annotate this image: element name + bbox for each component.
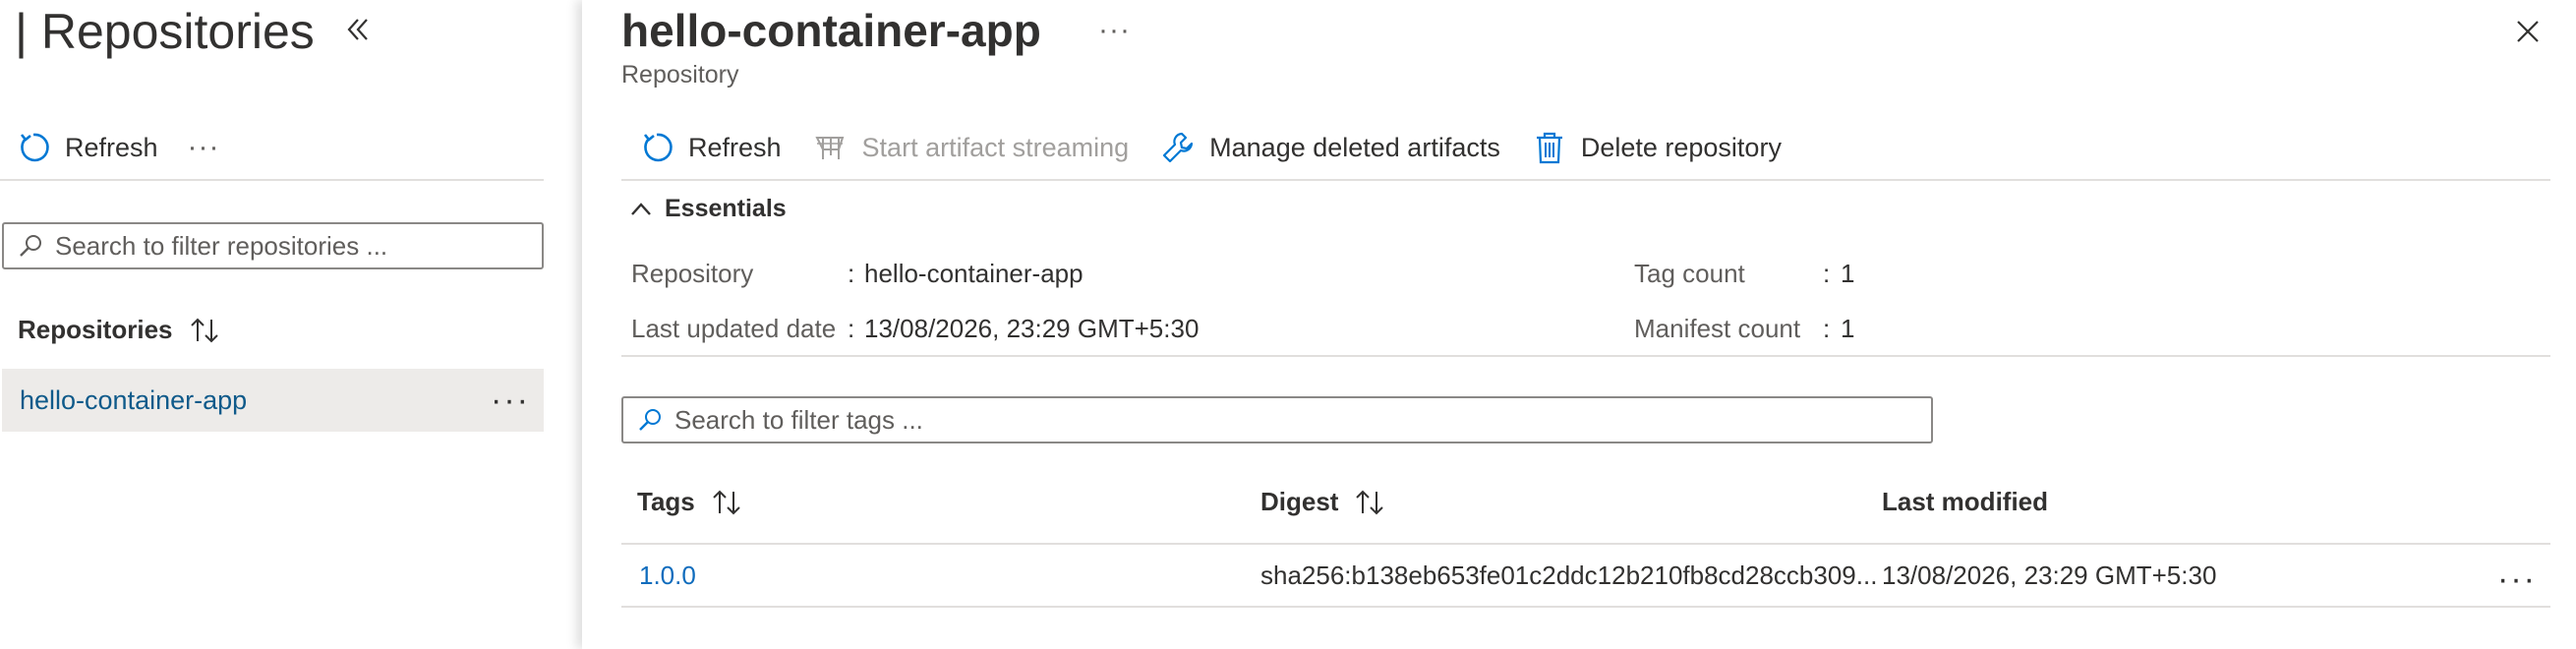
list-item[interactable]: hello-container-app ···	[2, 369, 544, 432]
essentials-row-1: Repository : hello-container-app Tag cou…	[582, 259, 2548, 294]
refresh-label: Refresh	[688, 132, 782, 162]
manage-deleted-artifacts-label: Manage deleted artifacts	[1209, 132, 1500, 162]
column-header-label: Digest	[1260, 487, 1339, 516]
essentials-toggle[interactable]: Essentials	[629, 195, 787, 223]
sort-icon	[713, 490, 740, 514]
repository-label: Repository	[631, 259, 754, 288]
divider	[0, 179, 544, 181]
separator: :	[1823, 314, 1831, 343]
separator: :	[848, 259, 855, 288]
tag-count-value: 1	[1841, 259, 1855, 288]
last-modified-column-header[interactable]: Last modified	[1882, 487, 2048, 517]
tags-search-box[interactable]	[621, 396, 1933, 443]
trash-icon	[1536, 132, 1562, 164]
page-title: | Repositories	[15, 4, 315, 59]
manifest-count-label: Manifest count	[1634, 314, 1801, 343]
last-updated-value: 13/08/2026, 23:29 GMT+5:30	[864, 314, 1200, 343]
digest-value: sha256:b138eb653fe01c2ddc12b210fb8cd28cc…	[1260, 560, 1878, 590]
chevron-up-icon	[631, 202, 651, 215]
start-artifact-streaming-label: Start artifact streaming	[861, 132, 1130, 162]
double-chevron-left-icon[interactable]	[342, 14, 374, 45]
sort-icon	[1356, 490, 1384, 514]
title-more-options-icon[interactable]: ···	[1098, 16, 1131, 45]
start-artifact-streaming-button[interactable]: Start artifact streaming	[813, 130, 1130, 165]
delete-repository-button[interactable]: Delete repository	[1532, 130, 1782, 165]
wrench-icon	[1163, 132, 1194, 163]
refresh-button[interactable]: Refresh	[639, 130, 782, 165]
column-header-label: Repositories	[18, 315, 173, 344]
item-more-options-icon[interactable]: ···	[491, 384, 530, 417]
column-header-label: Tags	[637, 487, 695, 516]
tags-search-input[interactable]	[673, 403, 1931, 437]
digest-column-header[interactable]: Digest	[1260, 487, 1387, 517]
last-modified-value: 13/08/2026, 23:29 GMT+5:30	[1882, 560, 2217, 590]
close-icon[interactable]	[2512, 16, 2544, 47]
separator: :	[848, 314, 855, 343]
tag-link[interactable]: 1.0.0	[639, 560, 696, 591]
search-icon	[20, 235, 41, 257]
sort-icon	[190, 318, 218, 342]
blade-title: hello-container-app	[621, 5, 1041, 56]
row-more-options-icon[interactable]: ···	[2497, 560, 2537, 599]
last-updated-label: Last updated date	[631, 314, 837, 343]
search-icon	[639, 409, 661, 431]
repository-name-link[interactable]: hello-container-app	[20, 385, 247, 416]
separator: :	[1823, 259, 1831, 288]
delete-repository-label: Delete repository	[1580, 132, 1782, 162]
essentials-label: Essentials	[665, 195, 787, 222]
manage-deleted-artifacts-button[interactable]: Manage deleted artifacts	[1160, 130, 1500, 165]
refresh-icon	[643, 133, 673, 162]
streaming-icon	[814, 137, 844, 159]
repository-details-blade: hello-container-app ··· Repository Refre…	[582, 0, 2576, 649]
tag-count-label: Tag count	[1634, 259, 1745, 288]
toolbar-divider	[621, 179, 2550, 181]
table-header-divider	[621, 543, 2550, 545]
manifest-count-value: 1	[1841, 314, 1855, 343]
repositories-column-header[interactable]: Repositories	[18, 315, 222, 345]
refresh-button[interactable]: Refresh	[16, 130, 158, 165]
column-header-label: Last modified	[1882, 487, 2049, 516]
more-options-icon[interactable]: ···	[188, 133, 220, 162]
repository-search-input[interactable]	[53, 229, 542, 263]
blade-subtitle: Repository	[621, 61, 739, 88]
left-command-bar: Refresh ···	[16, 118, 220, 177]
table-row-divider	[621, 606, 2550, 608]
essentials-row-2: Last updated date : 13/08/2026, 23:29 GM…	[582, 314, 2548, 349]
essentials-divider	[621, 355, 2550, 357]
tags-column-header[interactable]: Tags	[637, 487, 744, 517]
blade-toolbar: Refresh Start artifact streaming Manage …	[639, 118, 1782, 177]
repository-search-box[interactable]	[2, 222, 544, 269]
refresh-icon	[20, 133, 49, 162]
repositories-pane: | Repositories Refresh ··· Repositories	[0, 0, 582, 649]
refresh-label: Refresh	[65, 132, 158, 162]
repository-value: hello-container-app	[864, 259, 1083, 288]
